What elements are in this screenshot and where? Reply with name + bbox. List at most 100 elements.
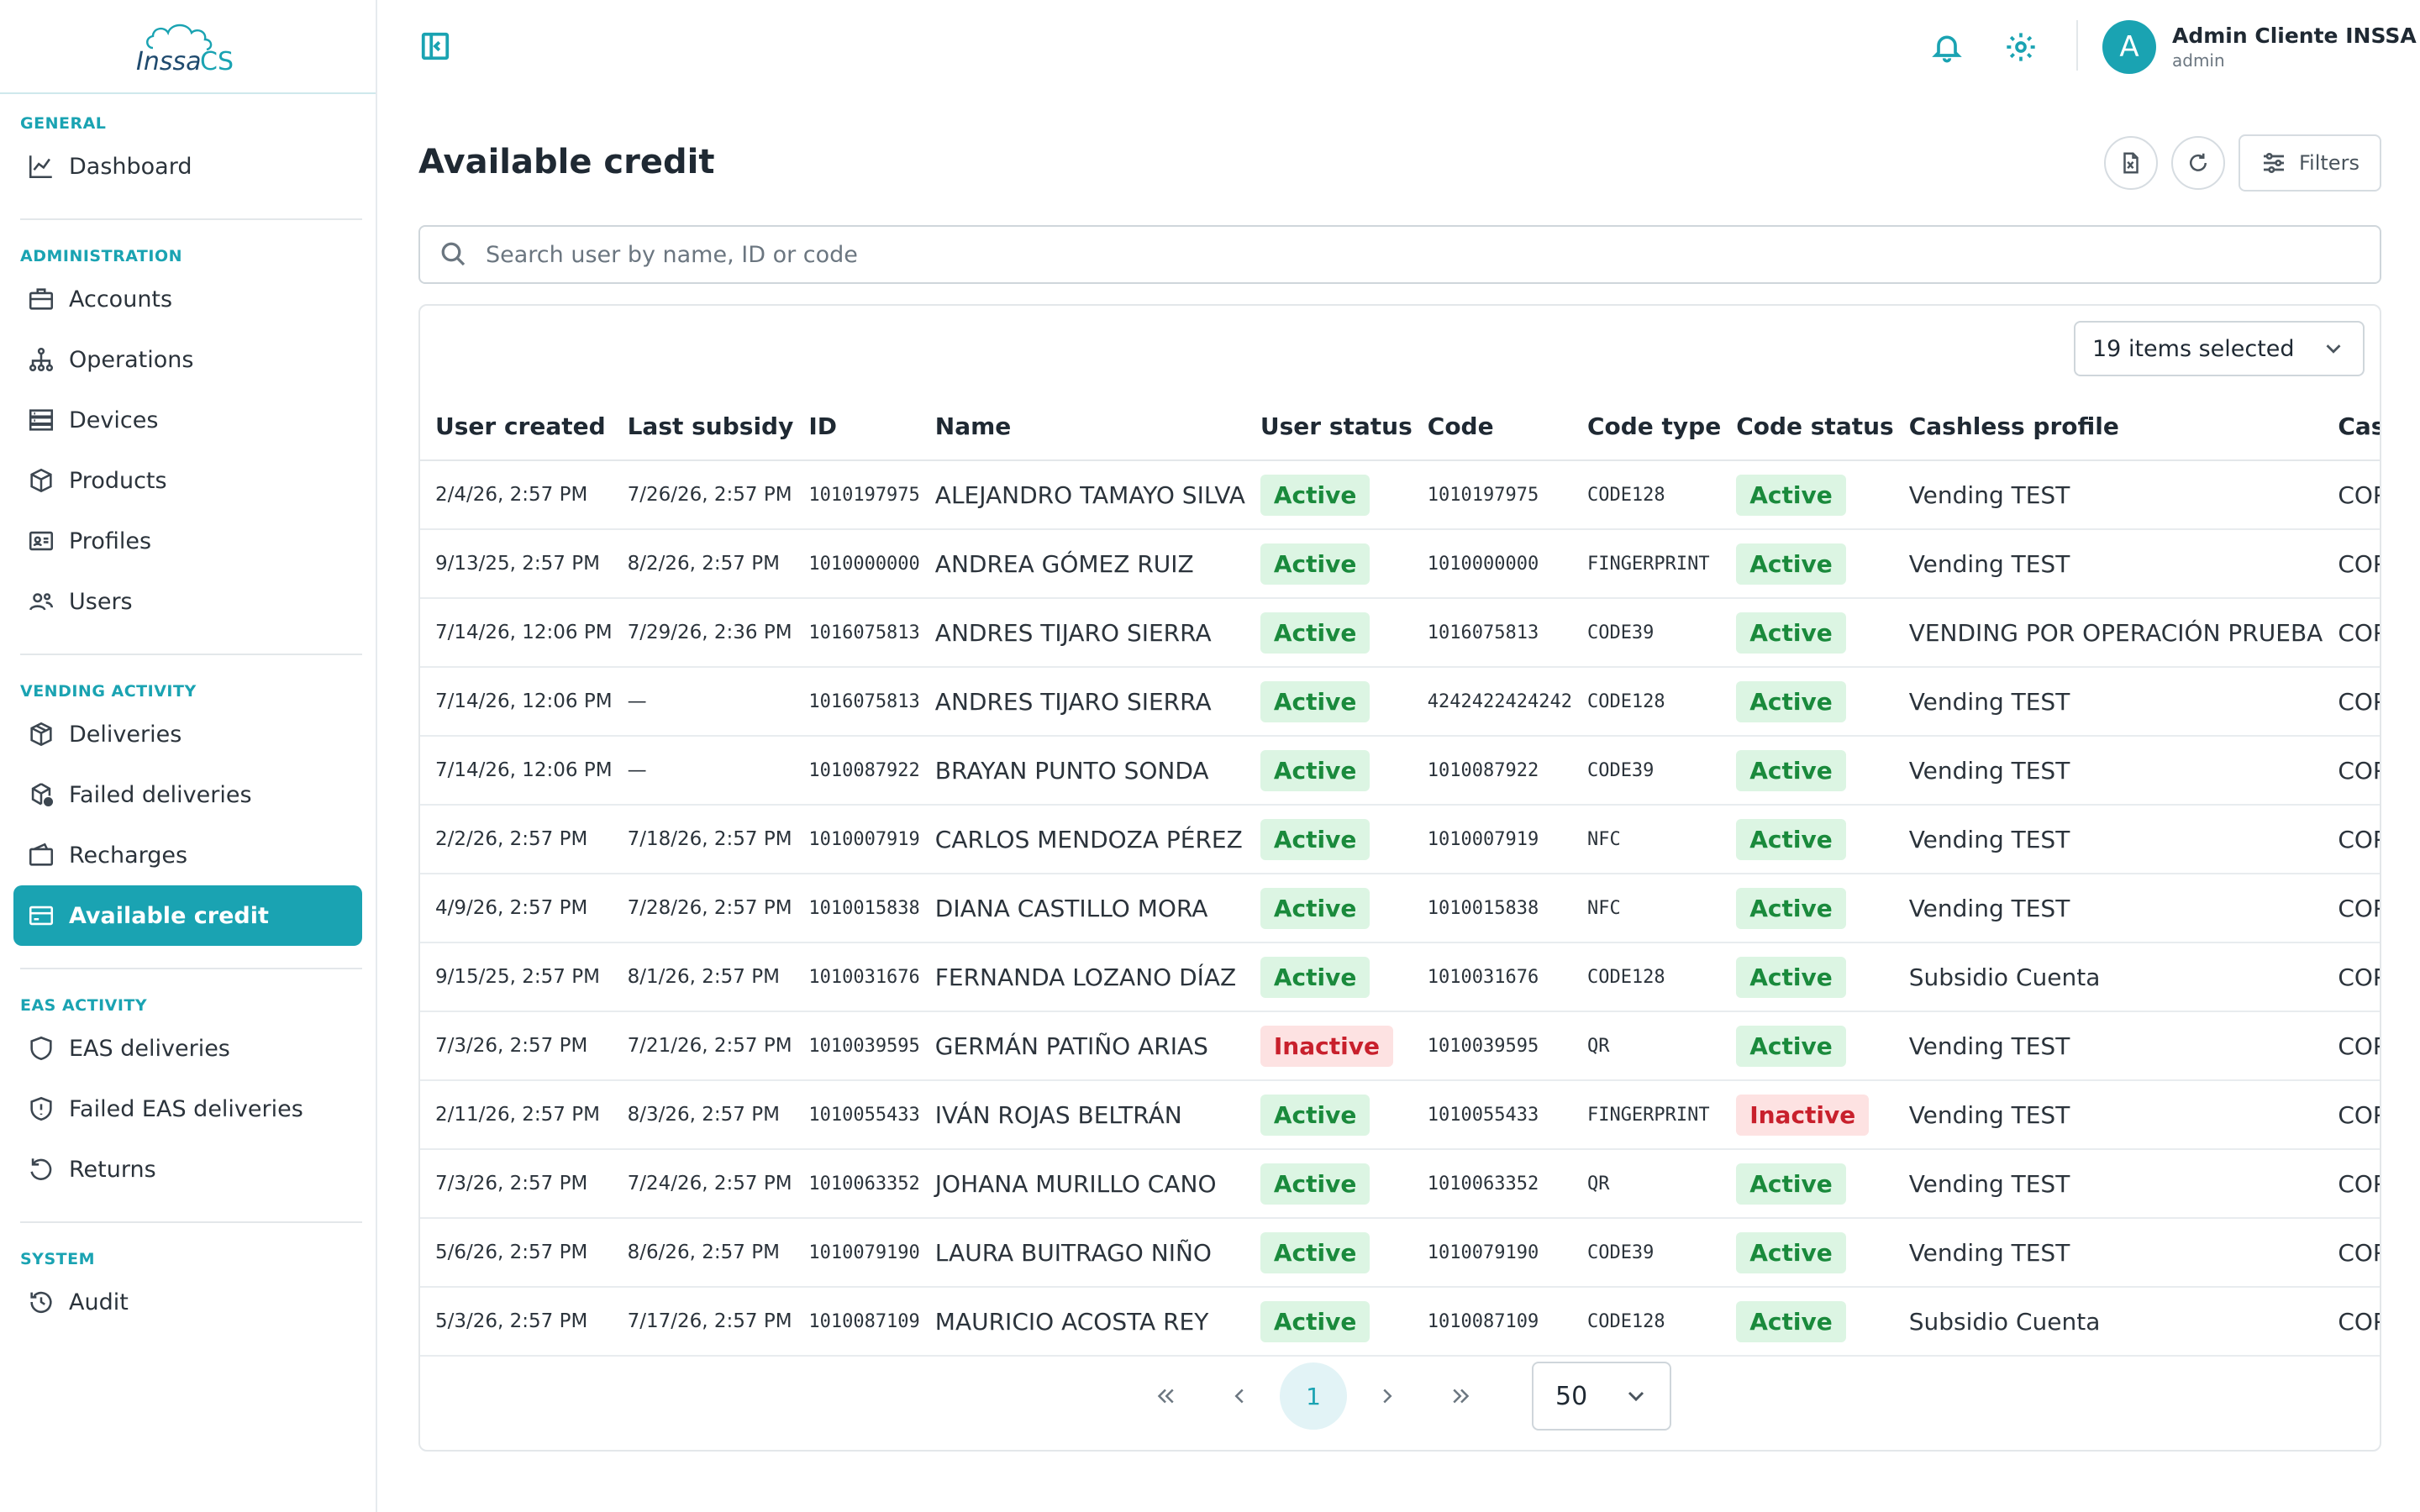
cell-cashless-profile: VENDING POR OPERACIÓN PRUEBA <box>1893 598 2323 668</box>
table-row[interactable]: 5/6/26, 2:57 PM 8/6/26, 2:57 PM 1010079190… <box>420 1218 2380 1288</box>
table-row[interactable]: 7/3/26, 2:57 PM 7/21/26, 2:57 PM 101003959… <box>420 1011 2380 1081</box>
sidebar-item-devices[interactable]: Devices <box>13 390 362 450</box>
cell-code-status: Active <box>1721 874 1894 943</box>
cell-user-created: 7/14/26, 12:06 PM <box>420 598 613 668</box>
cell-name: LAURA BUITRAGO NIÑO <box>919 1218 1245 1288</box>
cell-last-subsidy: 7/26/26, 2:57 PM <box>612 460 794 530</box>
cell-last-subsidy: 7/28/26, 2:57 PM <box>612 874 794 943</box>
credit-table: User created Last subsidy ID Name User s… <box>420 393 2380 1357</box>
status-badge: Active <box>1260 887 1370 929</box>
sidebar-item-available-credit[interactable]: Available credit <box>13 885 362 946</box>
sidebar-item-returns[interactable]: Returns <box>13 1139 362 1200</box>
search-bar[interactable] <box>418 225 2381 284</box>
first-page-button[interactable] <box>1132 1362 1199 1430</box>
sidebar-item-profiles[interactable]: Profiles <box>13 511 362 571</box>
cell-code-type: FINGERPRINT <box>1571 529 1722 599</box>
briefcase-icon <box>25 283 57 315</box>
table-row[interactable]: 7/14/26, 12:06 PM 7/29/26, 2:36 PM 1016075… <box>420 598 2380 668</box>
sidebar-item-label: Returns <box>69 1156 156 1183</box>
cell-code-status: Inactive <box>1721 1080 1894 1150</box>
cell-last-subsidy: 7/24/26, 2:57 PM <box>612 1149 794 1219</box>
sidebar-item-label: Accounts <box>69 286 173 312</box>
sidebar-item-accounts[interactable]: Accounts <box>13 269 362 329</box>
table-row[interactable]: 2/2/26, 2:57 PM 7/18/26, 2:57 PM 101000791… <box>420 805 2380 874</box>
last-page-button[interactable] <box>1428 1362 1495 1430</box>
cell-cashless: COP 10 <box>2323 736 2380 806</box>
avatar[interactable]: A <box>2102 20 2156 74</box>
sidebar-item-users[interactable]: Users <box>13 571 362 632</box>
status-badge: Active <box>1260 543 1370 585</box>
cell-cashless: COP 10 <box>2323 598 2380 668</box>
status-badge: Active <box>1736 818 1846 860</box>
table-row[interactable]: 7/3/26, 2:57 PM 7/24/26, 2:57 PM 101006335… <box>420 1149 2380 1219</box>
status-badge: Active <box>1260 1163 1370 1205</box>
gear-icon[interactable] <box>2004 30 2038 64</box>
bell-icon[interactable] <box>1930 30 1964 64</box>
column-selector-dropdown[interactable]: 19 items selected <box>2074 321 2365 376</box>
column-header[interactable]: User status <box>1244 393 1413 461</box>
column-header[interactable]: Code status <box>1721 393 1894 461</box>
sidebar-item-operations[interactable]: Operations <box>13 329 362 390</box>
sidebar-item-dashboard[interactable]: Dashboard <box>13 136 362 197</box>
sidebar-item-audit[interactable]: Audit <box>13 1272 362 1332</box>
sidebar-item-failed-eas-deliveries[interactable]: Failed EAS deliveries <box>13 1079 362 1139</box>
sidebar-item-deliveries[interactable]: Deliveries <box>13 704 362 764</box>
sidebar-toggle-icon[interactable] <box>419 30 451 62</box>
cell-code-type: CODE128 <box>1571 667 1722 737</box>
cell-id: 1010000000 <box>793 529 920 599</box>
cell-name: ANDRES TIJARO SIERRA <box>919 598 1245 668</box>
cell-cashless: COP 7, <box>2323 1149 2380 1219</box>
table-row[interactable]: 9/13/25, 2:57 PM 8/2/26, 2:57 PM 101000000… <box>420 529 2380 599</box>
cell-code-type: QR <box>1571 1149 1722 1219</box>
cell-user-created: 5/6/26, 2:57 PM <box>420 1218 613 1288</box>
table-row[interactable]: 4/9/26, 2:57 PM 7/28/26, 2:57 PM 101001583… <box>420 874 2380 943</box>
brand-logo[interactable]: Inssa CS <box>0 0 376 94</box>
table-row[interactable]: 2/4/26, 2:57 PM 7/26/26, 2:57 PM 101019797… <box>420 460 2380 530</box>
table-row[interactable]: 7/14/26, 12:06 PM —1016075813 ANDRES TIJAR… <box>420 667 2380 737</box>
column-header[interactable]: ID <box>793 393 920 461</box>
cell-id: 1010087922 <box>793 736 920 806</box>
status-badge: Active <box>1736 1300 1846 1342</box>
page-size-select[interactable]: 50 <box>1532 1362 1671 1431</box>
cell-user-created: 7/14/26, 12:06 PM <box>420 667 613 737</box>
filters-button[interactable]: Filters <box>2238 134 2381 192</box>
refresh-button[interactable] <box>2171 136 2225 190</box>
cell-id: 1010197975 <box>793 460 920 530</box>
section-title: ADMINISTRATION <box>20 247 183 265</box>
table-row[interactable]: 5/3/26, 2:57 PM 7/17/26, 2:57 PM 101008710… <box>420 1287 2380 1357</box>
nav-section-system: SYSTEM Audit <box>0 1247 376 1332</box>
cell-code-status: Active <box>1721 667 1894 737</box>
table-row[interactable]: 2/11/26, 2:57 PM 8/3/26, 2:57 PM 101005543… <box>420 1080 2380 1150</box>
table-row[interactable]: 7/14/26, 12:06 PM —1010087922 BRAYAN PUNTO… <box>420 736 2380 806</box>
cell-user-status: Active <box>1244 1080 1413 1150</box>
user-name[interactable]: Admin Cliente INSSA <box>2172 24 2417 48</box>
column-header[interactable]: Code <box>1412 393 1572 461</box>
page-number-button[interactable]: 1 <box>1280 1362 1347 1430</box>
chevrons-right-icon <box>1453 1389 1470 1404</box>
column-header[interactable]: Cashless profile <box>1893 393 2323 461</box>
sidebar-item-products[interactable]: Products <box>13 450 362 511</box>
cell-code-type: CODE128 <box>1571 1287 1722 1357</box>
column-header[interactable]: Cashle <box>2323 393 2380 461</box>
column-header[interactable]: Last subsidy <box>612 393 794 461</box>
table-row[interactable]: 9/15/25, 2:57 PM 8/1/26, 2:57 PM 101003167… <box>420 942 2380 1012</box>
search-input[interactable] <box>486 241 2334 268</box>
export-excel-button[interactable] <box>2104 136 2158 190</box>
cell-code-type: FINGERPRINT <box>1571 1080 1722 1150</box>
column-header[interactable]: User created <box>420 393 613 461</box>
column-header[interactable]: Code type <box>1571 393 1722 461</box>
next-page-button[interactable] <box>1354 1362 1421 1430</box>
column-header[interactable]: Name <box>919 393 1245 461</box>
column-selector-value: 19 items selected <box>2092 335 2295 362</box>
sidebar-item-recharges[interactable]: Recharges <box>13 825 362 885</box>
sidebar-item-failed-deliveries[interactable]: Failed deliveries <box>13 764 362 825</box>
cell-last-subsidy: 8/3/26, 2:57 PM <box>612 1080 794 1150</box>
sidebar-item-eas-deliveries[interactable]: EAS deliveries <box>13 1018 362 1079</box>
prev-page-button[interactable] <box>1206 1362 1273 1430</box>
cell-user-status: Active <box>1244 1218 1413 1288</box>
cell-code: 1010000000 <box>1412 529 1572 599</box>
status-badge: Active <box>1260 1231 1370 1273</box>
cell-code-status: Active <box>1721 460 1894 530</box>
cell-code: 1010197975 <box>1412 460 1572 530</box>
cell-code-type: QR <box>1571 1011 1722 1081</box>
